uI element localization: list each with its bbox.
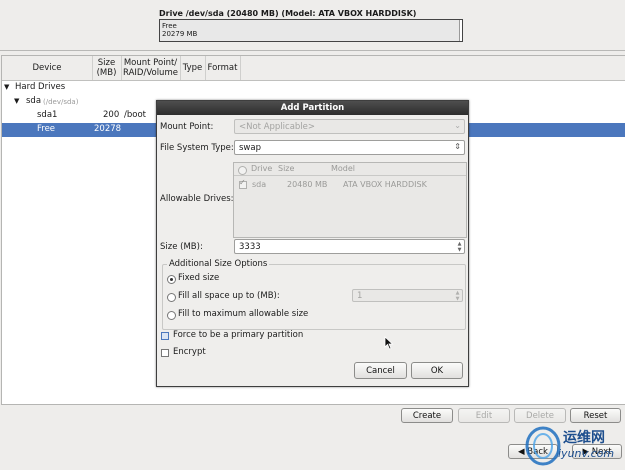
force-primary-label: Force to be a primary partition — [173, 330, 304, 340]
fill-up-to-radio[interactable] — [167, 293, 176, 302]
drives-header-size: Size — [278, 164, 295, 173]
row-device: sda1 — [37, 110, 58, 120]
expander-down-icon[interactable]: ▼ — [4, 83, 9, 91]
edit-button[interactable]: Edit — [458, 408, 510, 423]
expander-down-icon[interactable]: ▼ — [14, 97, 19, 105]
allowable-drives-label: Allowable Drives: — [160, 194, 234, 204]
size-options-title: Additional Size Options — [167, 259, 270, 269]
delete-button[interactable]: Delete — [514, 408, 566, 423]
row-size: 200 — [103, 110, 120, 120]
drive-size: 20480 MB — [287, 180, 328, 189]
fs-type-value: swap — [239, 142, 261, 153]
mount-point-value: <Not Applicable> — [239, 121, 316, 132]
size-input[interactable]: 3333 ▲ ▼ — [234, 239, 465, 254]
drives-header-model: Model — [331, 164, 356, 173]
size-label: Size (MB): — [160, 242, 203, 252]
select-all-radio[interactable] — [238, 166, 247, 175]
size-options-group: Additional Size Options Fixed size Fill … — [162, 259, 466, 330]
force-primary-checkbox[interactable] — [161, 332, 169, 340]
fill-max-radio[interactable] — [167, 311, 176, 320]
column-header-size-label: Size (MB) — [96, 58, 117, 78]
cancel-button[interactable]: Cancel — [354, 362, 407, 379]
size-value: 3333 — [239, 241, 261, 252]
drive-overview-bar: Drive /dev/sda (20480 MB) (Model: ATA VB… — [0, 0, 625, 51]
fixed-size-radio[interactable] — [167, 275, 176, 284]
drive-usage-graphic: Free 20279 MB — [159, 19, 463, 42]
drive-free-label: Free — [162, 22, 177, 30]
row-device: Hard Drives — [15, 82, 66, 92]
fs-type-select[interactable]: swap ⇕ — [234, 140, 465, 155]
table-row[interactable]: ▼ Hard Drives — [2, 81, 625, 95]
fill-up-to-label: Fill all space up to (MB): — [178, 291, 280, 301]
column-header-type[interactable]: Type — [180, 56, 206, 80]
add-partition-dialog: Add Partition Mount Point: <Not Applicab… — [156, 100, 469, 387]
column-header-device[interactable]: Device — [2, 56, 93, 80]
chevron-down-icon: ⌄ — [454, 121, 461, 130]
table-header: Device Size (MB) Mount Point/ RAID/Volum… — [2, 56, 625, 81]
row-mount: /boot — [124, 110, 146, 120]
mouse-cursor-icon — [384, 336, 394, 350]
fill-max-label: Fill to maximum allowable size — [178, 309, 309, 319]
row-device: sda — [26, 96, 42, 106]
encrypt-checkbox[interactable] — [161, 349, 169, 357]
drive-model: ATA VBOX HARDDISK — [343, 180, 427, 189]
reset-button[interactable]: Reset — [570, 408, 621, 423]
column-header-mount-label: Mount Point/ RAID/Volume — [123, 58, 178, 78]
drive-free-size: 20279 MB — [162, 30, 198, 38]
mount-point-combo[interactable]: <Not Applicable> ⌄ — [234, 119, 465, 134]
drive-free-segment[interactable]: Free 20279 MB — [160, 20, 460, 41]
fill-up-to-value: 1 — [357, 290, 363, 301]
column-header-size[interactable]: Size (MB) — [92, 56, 122, 80]
fixed-size-label: Fixed size — [178, 273, 220, 283]
row-size: 20278 — [94, 124, 122, 134]
dialog-title: Add Partition — [157, 101, 468, 115]
drives-header-drive: Drive — [251, 164, 273, 173]
fill-up-to-input[interactable]: 1 ▲ ▼ — [352, 289, 463, 302]
column-header-mount[interactable]: Mount Point/ RAID/Volume — [121, 56, 181, 80]
spin-arrows-icon[interactable]: ▲ ▼ — [454, 290, 461, 302]
drive-name: sda — [252, 180, 267, 189]
updown-arrows-icon: ⇕ — [454, 142, 461, 151]
encrypt-label: Encrypt — [173, 347, 206, 357]
spin-arrows-icon[interactable]: ▲ ▼ — [456, 241, 463, 253]
checkmark-icon: ✓ — [239, 178, 246, 187]
mount-point-label: Mount Point: — [160, 122, 214, 132]
allowable-drives-list: Drive Size Model ✓ sda 20480 MB ATA VBOX… — [233, 162, 467, 238]
row-device: Free — [37, 124, 56, 134]
ok-button[interactable]: OK — [411, 362, 463, 379]
drive-title: Drive /dev/sda (20480 MB) (Model: ATA VB… — [159, 9, 417, 18]
watermark-url: iyunv.com — [558, 447, 615, 460]
create-button[interactable]: Create — [401, 408, 453, 423]
fs-type-label: File System Type: — [160, 143, 234, 153]
column-header-format[interactable]: Format — [205, 56, 241, 80]
watermark-text: 运维网 — [563, 430, 605, 446]
row-device-path: (/dev/sda) — [43, 98, 79, 106]
